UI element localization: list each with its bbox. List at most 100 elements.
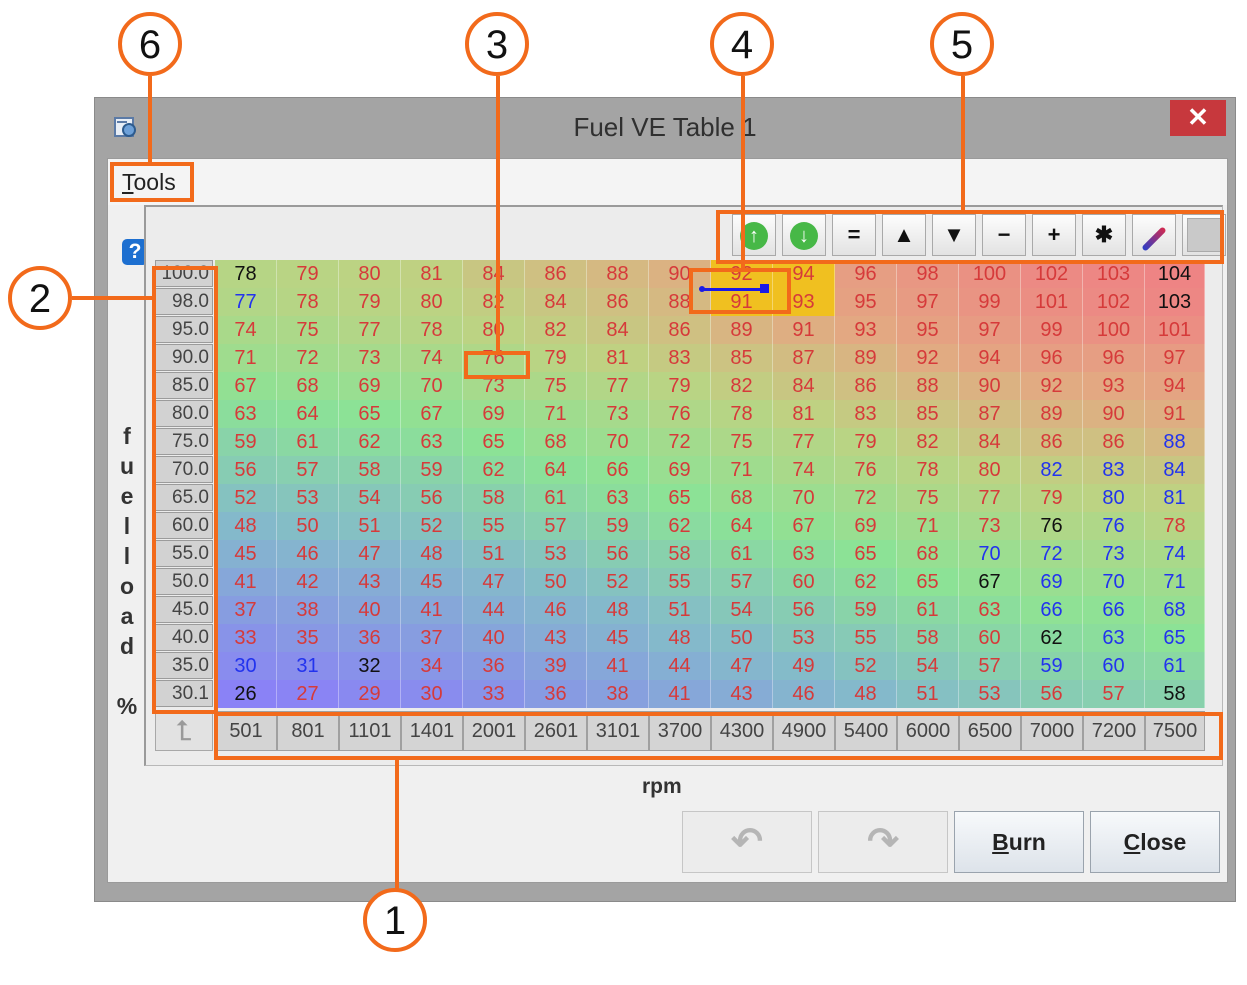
table-cell[interactable]: 68 — [711, 484, 773, 512]
table-cell[interactable]: 56 — [773, 596, 835, 624]
table-cell[interactable]: 96 — [835, 260, 897, 288]
table-cell[interactable]: 97 — [1145, 344, 1205, 372]
table-cell[interactable]: 53 — [277, 484, 339, 512]
table-cell[interactable]: 69 — [1021, 568, 1083, 596]
table-cell[interactable]: 87 — [773, 344, 835, 372]
table-cell[interactable]: 61 — [525, 484, 587, 512]
table-cell[interactable]: 41 — [649, 680, 711, 708]
table-cell[interactable]: 49 — [773, 652, 835, 680]
table-cell[interactable]: 33 — [215, 624, 277, 652]
table-cell[interactable]: 92 — [897, 344, 959, 372]
table-cell[interactable]: 58 — [339, 456, 401, 484]
table-cell[interactable]: 87 — [959, 400, 1021, 428]
table-cell[interactable]: 62 — [1021, 624, 1083, 652]
table-cell[interactable]: 47 — [711, 652, 773, 680]
table-cell[interactable]: 78 — [711, 400, 773, 428]
table-cell[interactable]: 83 — [835, 400, 897, 428]
table-cell[interactable]: 65 — [835, 540, 897, 568]
table-cell[interactable]: 45 — [587, 624, 649, 652]
table-cell[interactable]: 77 — [215, 288, 277, 316]
table-cell[interactable]: 102 — [1021, 260, 1083, 288]
table-cell[interactable]: 65 — [897, 568, 959, 596]
table-cell[interactable]: 79 — [649, 372, 711, 400]
table-cell[interactable]: 46 — [277, 540, 339, 568]
table-cell[interactable]: 71 — [215, 344, 277, 372]
table-cell[interactable]: 31 — [277, 652, 339, 680]
table-cell[interactable]: 60 — [773, 568, 835, 596]
table-cell[interactable]: 50 — [277, 512, 339, 540]
table-cell[interactable]: 74 — [401, 344, 463, 372]
table-cell[interactable]: 55 — [463, 512, 525, 540]
table-cell[interactable]: 43 — [339, 568, 401, 596]
table-cell[interactable]: 81 — [587, 344, 649, 372]
table-cell[interactable]: 58 — [463, 484, 525, 512]
table-cell[interactable]: 91 — [773, 316, 835, 344]
table-cell[interactable]: 67 — [401, 400, 463, 428]
table-cell[interactable]: 86 — [649, 316, 711, 344]
table-cell[interactable]: 70 — [1083, 568, 1145, 596]
table-cell[interactable]: 35 — [277, 624, 339, 652]
table-cell[interactable]: 67 — [773, 512, 835, 540]
table-cell[interactable]: 77 — [587, 372, 649, 400]
table-cell[interactable]: 80 — [1083, 484, 1145, 512]
table-cell[interactable]: 48 — [215, 512, 277, 540]
table-cell[interactable]: 60 — [1083, 652, 1145, 680]
table-cell[interactable]: 60 — [959, 624, 1021, 652]
table-cell[interactable]: 96 — [1083, 344, 1145, 372]
table-cell[interactable]: 58 — [1145, 680, 1205, 708]
table-cell[interactable]: 58 — [649, 540, 711, 568]
table-cell[interactable]: 83 — [649, 344, 711, 372]
table-cell[interactable]: 67 — [215, 372, 277, 400]
table-cell[interactable]: 61 — [897, 596, 959, 624]
table-cell[interactable]: 88 — [1145, 428, 1205, 456]
table-cell[interactable]: 47 — [463, 568, 525, 596]
table-cell[interactable]: 48 — [835, 680, 897, 708]
table-cell[interactable]: 53 — [959, 680, 1021, 708]
table-cell[interactable]: 79 — [339, 288, 401, 316]
table-cell[interactable]: 67 — [959, 568, 1021, 596]
table-cell[interactable]: 84 — [959, 428, 1021, 456]
table-cell[interactable]: 36 — [463, 652, 525, 680]
table-cell[interactable]: 75 — [897, 484, 959, 512]
table-cell[interactable]: 84 — [587, 316, 649, 344]
table-cell[interactable]: 50 — [525, 568, 587, 596]
table-cell[interactable]: 74 — [773, 456, 835, 484]
table-cell[interactable]: 61 — [277, 428, 339, 456]
table-cell[interactable]: 39 — [525, 652, 587, 680]
close-button[interactable]: Close — [1090, 811, 1220, 873]
table-cell[interactable]: 54 — [339, 484, 401, 512]
table-cell[interactable]: 85 — [897, 400, 959, 428]
table-cell[interactable]: 59 — [587, 512, 649, 540]
table-cell[interactable]: 78 — [215, 260, 277, 288]
table-cell[interactable]: 45 — [401, 568, 463, 596]
table-cell[interactable]: 66 — [587, 456, 649, 484]
table-cell[interactable]: 77 — [773, 428, 835, 456]
table-cell[interactable]: 51 — [463, 540, 525, 568]
table-cell[interactable]: 69 — [463, 400, 525, 428]
table-cell[interactable]: 74 — [1145, 540, 1205, 568]
table-cell[interactable]: 82 — [463, 288, 525, 316]
table-cell[interactable]: 104 — [1145, 260, 1205, 288]
table-cell[interactable]: 33 — [463, 680, 525, 708]
table-cell[interactable]: 73 — [1083, 540, 1145, 568]
table-cell[interactable]: 95 — [897, 316, 959, 344]
table-cell[interactable]: 92 — [1021, 372, 1083, 400]
table-cell[interactable]: 66 — [1083, 596, 1145, 624]
table-cell[interactable]: 72 — [835, 484, 897, 512]
table-cell[interactable]: 70 — [401, 372, 463, 400]
table-cell[interactable]: 72 — [277, 344, 339, 372]
table-cell[interactable]: 89 — [711, 316, 773, 344]
table-cell[interactable]: 76 — [1021, 512, 1083, 540]
table-cell[interactable]: 46 — [525, 596, 587, 624]
table-cell[interactable]: 73 — [587, 400, 649, 428]
table-cell[interactable]: 69 — [649, 456, 711, 484]
table-cell[interactable]: 73 — [959, 512, 1021, 540]
table-cell[interactable]: 34 — [401, 652, 463, 680]
table-cell[interactable]: 37 — [401, 624, 463, 652]
table-cell[interactable]: 72 — [1021, 540, 1083, 568]
table-cell[interactable]: 76 — [649, 400, 711, 428]
table-cell[interactable]: 86 — [587, 288, 649, 316]
table-cell[interactable]: 32 — [339, 652, 401, 680]
table-cell[interactable]: 76 — [835, 456, 897, 484]
table-cell[interactable]: 36 — [339, 624, 401, 652]
